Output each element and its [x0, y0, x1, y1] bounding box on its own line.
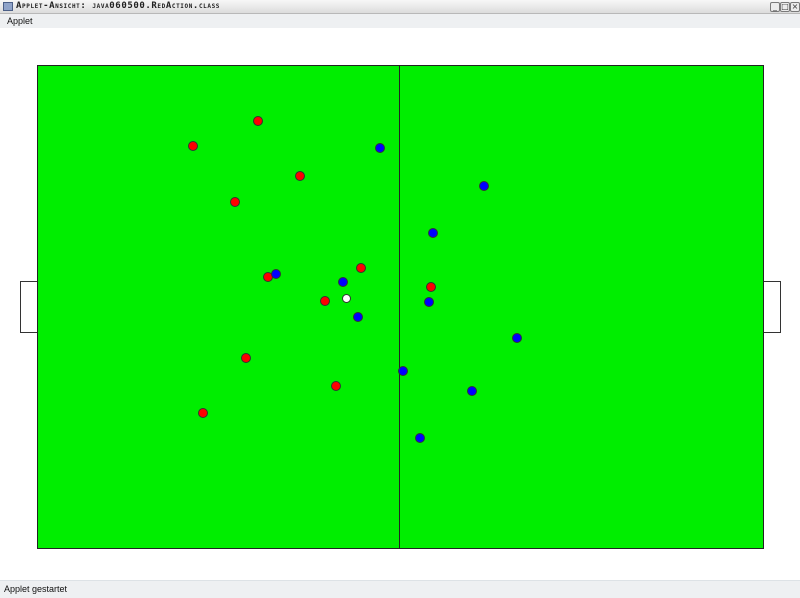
blue-player — [467, 386, 477, 396]
menu-applet[interactable]: Applet — [7, 14, 33, 28]
applet-window-icon — [3, 2, 13, 11]
window-title: Applet-Ansicht: java060500.RedAction.cla… — [16, 1, 221, 11]
right-goal — [763, 281, 781, 333]
red-player — [331, 381, 341, 391]
blue-player — [398, 366, 408, 376]
blue-player — [428, 228, 438, 238]
blue-player — [271, 269, 281, 279]
red-player — [230, 197, 240, 207]
red-player — [188, 141, 198, 151]
blue-player — [353, 312, 363, 322]
menu-bar: Applet — [0, 14, 800, 28]
red-player — [320, 296, 330, 306]
red-player — [241, 353, 251, 363]
left-goal — [20, 281, 38, 333]
red-player — [253, 116, 263, 126]
close-button[interactable]: × — [790, 2, 800, 12]
ball — [342, 294, 351, 303]
blue-player — [415, 433, 425, 443]
title-bar: Applet-Ansicht: java060500.RedAction.cla… — [0, 0, 800, 14]
blue-player — [512, 333, 522, 343]
halfway-line — [399, 65, 400, 549]
red-player — [198, 408, 208, 418]
status-bar: Applet gestartet — [0, 580, 800, 598]
status-text: Applet gestartet — [4, 584, 68, 594]
minimize-button[interactable]: _ — [770, 2, 780, 12]
soccer-pitch[interactable] — [37, 65, 764, 549]
red-player — [426, 282, 436, 292]
blue-player — [424, 297, 434, 307]
red-player — [295, 171, 305, 181]
blue-player — [375, 143, 385, 153]
red-player — [356, 263, 366, 273]
blue-player — [479, 181, 489, 191]
maximize-button[interactable]: □ — [780, 2, 790, 12]
blue-player — [338, 277, 348, 287]
